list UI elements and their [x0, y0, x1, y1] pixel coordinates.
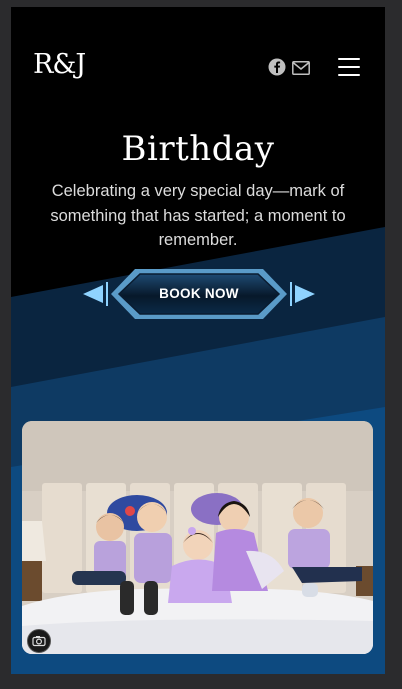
facebook-icon[interactable] — [268, 58, 286, 76]
hero-title: Birthday — [121, 129, 275, 169]
camera-icon[interactable] — [27, 629, 51, 653]
logo[interactable]: R&J — [33, 51, 86, 78]
children-on-bed-photo — [22, 421, 373, 654]
book-now-label: BOOK NOW — [159, 286, 239, 301]
page-frame: R&J Birthday Celebrating a very special … — [11, 7, 385, 674]
hero-subtitle: Celebrating a very special day—mark of s… — [50, 182, 346, 249]
hamburger-menu-icon[interactable] — [338, 58, 360, 76]
site-header: R&J — [11, 7, 385, 127]
mail-icon[interactable] — [292, 59, 310, 77]
book-now-button[interactable]: BOOK NOW — [83, 266, 315, 322]
